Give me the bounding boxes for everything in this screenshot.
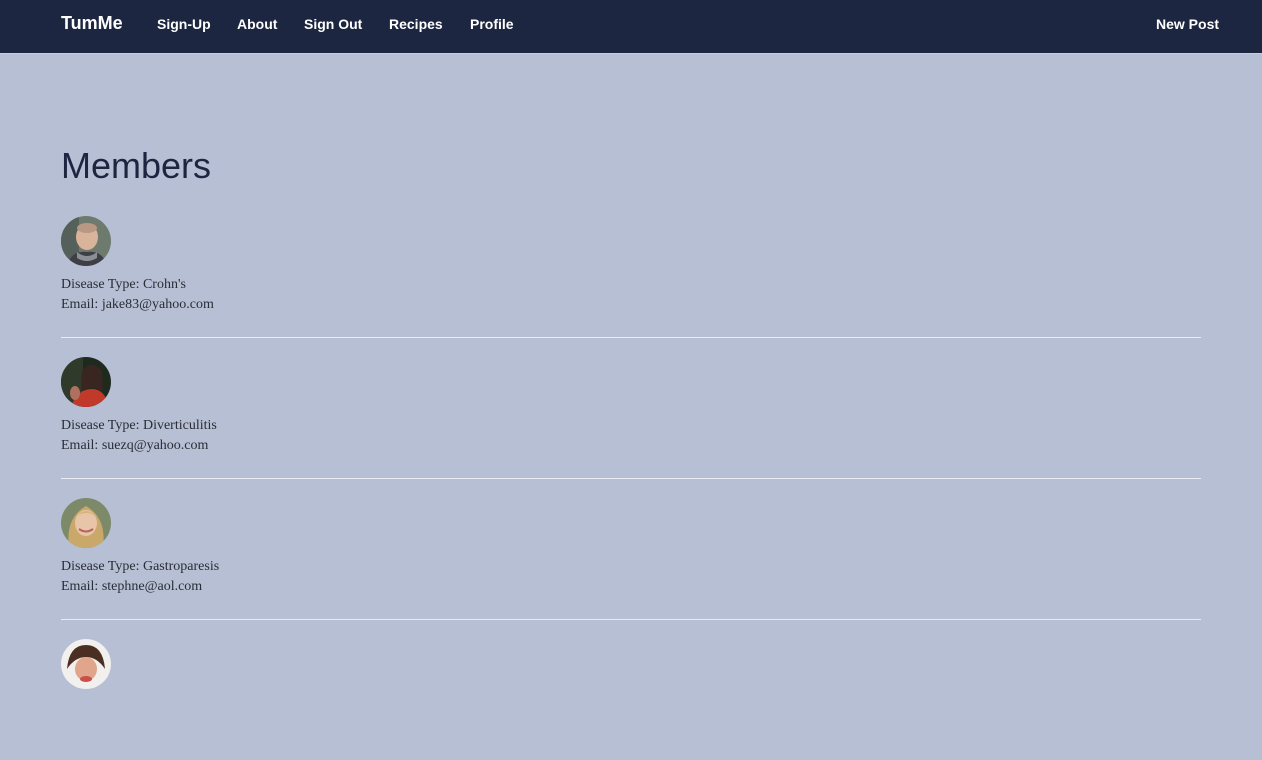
page-title: Members [61, 145, 212, 186]
avatar[interactable] [61, 216, 111, 266]
nav-signout-link[interactable]: Sign Out [304, 16, 362, 32]
avatar[interactable] [61, 498, 111, 548]
member-info: Disease Type: Crohn's Email: jake83@yaho… [61, 275, 214, 315]
new-post-link[interactable]: New Post [1156, 16, 1219, 32]
nav-profile-link[interactable]: Profile [470, 16, 514, 32]
member-list-item: Disease Type: Crohn's Email: jake83@yaho… [61, 216, 1201, 338]
nav-recipes-link[interactable]: Recipes [389, 16, 443, 32]
disease-type-text: Disease Type: Gastroparesis [61, 559, 220, 574]
member-info: Disease Type: Gastroparesis Email: steph… [61, 557, 219, 597]
avatar-image [61, 216, 111, 266]
nav-signup-link[interactable]: Sign-Up [157, 16, 211, 32]
disease-type-text: Disease Type: Crohn's [61, 277, 186, 292]
disease-type-text: Disease Type: Diverticulitis [61, 418, 217, 433]
avatar-image [61, 357, 111, 407]
top-navbar: TumMe Sign-Up About Sign Out Recipes Pro… [0, 0, 1262, 54]
avatar[interactable] [61, 357, 111, 407]
avatar-image [61, 639, 111, 689]
nav-about-link[interactable]: About [237, 16, 277, 32]
avatar[interactable] [61, 639, 111, 689]
member-list-item [61, 639, 1201, 760]
brand-link[interactable]: TumMe [61, 13, 123, 34]
email-text: Email: jake83@yahoo.com [61, 297, 214, 312]
avatar-image [61, 498, 111, 548]
members-section: Members Disease Type: Crohn's Email: jak… [61, 145, 1201, 689]
email-text: Email: suezq@yahoo.com [61, 438, 209, 453]
member-info: Disease Type: Diverticulitis Email: suez… [61, 416, 217, 456]
member-list-item: Disease Type: Gastroparesis Email: steph… [61, 498, 1201, 620]
member-list-item: Disease Type: Diverticulitis Email: suez… [61, 357, 1201, 479]
email-text: Email: stephne@aol.com [61, 579, 203, 594]
